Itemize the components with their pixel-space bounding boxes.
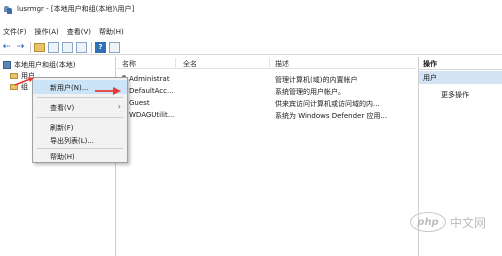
menu-item-view-label: 查看(V)	[50, 104, 75, 112]
menu-item-help[interactable]: 帮助(H)	[33, 149, 127, 163]
title-bar: lusrmgr - [本地用户和组(本地)\用户]	[0, 0, 502, 18]
up-folder-icon[interactable]	[34, 42, 45, 52]
column-header-name[interactable]: 名称	[122, 59, 136, 69]
toolbar: ⇠ ⇢ ?	[0, 40, 502, 55]
column-divider[interactable]	[175, 58, 176, 68]
back-arrow-icon[interactable]: ⇠	[1, 42, 12, 53]
table-row[interactable]: Guest 供来宾访问计算机或访问域的内...	[117, 98, 416, 109]
cell-name: DefaultAcc...	[129, 87, 174, 95]
cell-description: 系统为 Windows Defender 应用...	[275, 112, 388, 120]
menu-separator	[37, 97, 123, 98]
php-logo: php	[410, 212, 446, 232]
help-icon[interactable]: ?	[95, 41, 106, 53]
menu-bar: 文件(F) 操作(A) 查看(V) 帮助(H)	[0, 26, 502, 38]
menu-item-refresh[interactable]: 刷新(F)	[33, 120, 127, 134]
user-list: 名称 全名 描述 Administrat 管理计算机(域)的内置帐户 Defau…	[117, 57, 416, 256]
actions-section-users[interactable]: 用户	[419, 71, 502, 84]
cell-description: 系统管理的用户帐户。	[275, 88, 345, 96]
cell-name: WDAGUtilit...	[129, 111, 175, 119]
menu-item-export-list[interactable]: 导出列表(L)...	[33, 133, 127, 147]
watermark: php 中文网	[410, 212, 486, 232]
more-actions-link[interactable]: 更多操作	[441, 90, 469, 100]
tree-root-label: 本地用户和组(本地)	[14, 61, 76, 69]
toolbar-divider	[91, 41, 92, 53]
menu-view[interactable]: 查看(V)	[67, 27, 91, 37]
properties-icon[interactable]	[109, 41, 120, 53]
menu-file[interactable]: 文件(F)	[3, 27, 27, 37]
watermark-text: 中文网	[450, 215, 487, 230]
column-header-fullname[interactable]: 全名	[183, 59, 197, 69]
refresh-icon[interactable]	[62, 41, 73, 53]
annotation-arrow-icon	[95, 87, 121, 95]
table-row[interactable]: WDAGUtilit... 系统为 Windows Defender 应用...	[117, 110, 416, 121]
window-title: lusrmgr - [本地用户和组(本地)\用户]	[17, 5, 135, 13]
list-header: 名称 全名 描述	[117, 57, 416, 69]
submenu-arrow-icon: ›	[117, 102, 121, 111]
export-list-icon[interactable]	[76, 41, 87, 53]
menu-action[interactable]: 操作(A)	[35, 27, 59, 37]
table-row[interactable]: Administrat 管理计算机(域)的内置帐户	[117, 74, 416, 85]
computer-icon	[3, 61, 11, 69]
users-app-icon	[4, 5, 13, 14]
toolbar-divider	[30, 41, 31, 53]
actions-header: 操作	[419, 57, 502, 70]
forward-arrow-icon[interactable]: ⇢	[15, 42, 26, 53]
annotation-arrow-icon	[14, 77, 34, 86]
menu-item-view[interactable]: 查看(V) ›	[33, 100, 127, 114]
column-divider[interactable]	[269, 58, 270, 68]
column-header-description[interactable]: 描述	[275, 59, 289, 69]
menu-help[interactable]: 帮助(H)	[99, 27, 124, 37]
cell-name: Guest	[129, 99, 150, 107]
cell-description: 管理计算机(域)的内置帐户	[275, 76, 358, 84]
show-tree-icon[interactable]	[48, 41, 59, 53]
table-row[interactable]: DefaultAcc... 系统管理的用户帐户。	[117, 86, 416, 97]
tree-root[interactable]: 本地用户和组(本地)	[3, 60, 75, 70]
menu-separator	[37, 117, 123, 118]
cell-name: Administrat	[129, 75, 170, 83]
cell-description: 供来宾访问计算机或访问域的内...	[275, 100, 380, 108]
